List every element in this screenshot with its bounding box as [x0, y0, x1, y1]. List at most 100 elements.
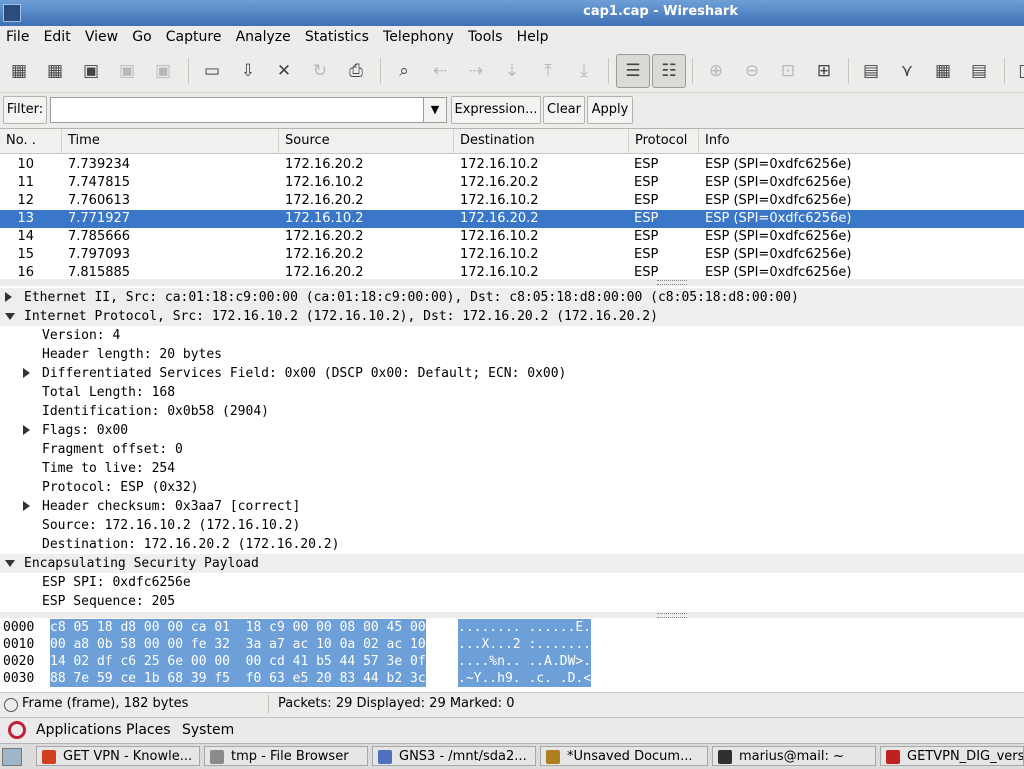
filter-input[interactable] [50, 97, 424, 123]
tree-item[interactable]: Differentiated Services Field: 0x00 (DSC… [0, 364, 1024, 383]
tree-item[interactable]: Destination: 172.16.20.2 (172.16.20.2) [0, 535, 1024, 554]
print-icon[interactable]: ⎙ [343, 58, 369, 84]
column-time[interactable]: Time [62, 129, 279, 153]
taskbar-button[interactable]: tmp - File Browser [204, 746, 368, 766]
filter-button[interactable]: Filter: [3, 96, 47, 124]
table-row[interactable]: 15 7.797093 172.16.20.2 172.16.10.2 ESP ESP (… [0, 246, 1024, 264]
tree-item[interactable]: ESP Sequence: 205 [0, 592, 1024, 611]
expression-button[interactable]: Expression... [451, 96, 541, 124]
find-packet-icon[interactable]: ⌕ [391, 58, 417, 84]
menu-go[interactable]: Go [128, 26, 155, 45]
interfaces-icon[interactable]: ▦ [6, 58, 32, 84]
table-row[interactable]: 13 7.771927 172.16.10.2 172.16.20.2 ESP ESP (… [0, 210, 1024, 228]
tree-item[interactable]: Flags: 0x00 [0, 421, 1024, 440]
apply-button[interactable]: Apply [587, 96, 633, 124]
colorize-icon[interactable]: ☰ [616, 54, 650, 88]
column-source[interactable]: Source [279, 129, 454, 153]
go-to-packet-icon[interactable]: ⇣ [499, 58, 525, 84]
panel-system-menu[interactable]: System [182, 722, 234, 738]
reload-icon[interactable]: ↻ [307, 58, 333, 84]
display-filters-icon[interactable]: ⋎ [894, 58, 920, 84]
menu-view[interactable]: View [81, 26, 122, 45]
resize-columns-icon[interactable]: ⊞ [811, 58, 837, 84]
menu-file[interactable]: File [2, 26, 33, 45]
tree-item[interactable]: Header length: 20 bytes [0, 345, 1024, 364]
hex-row[interactable]: 0030 88 7e 59 ce 1b 68 39 f5 f0 63 e5 20 … [0, 670, 1024, 687]
tree-item[interactable]: Version: 4 [0, 326, 1024, 345]
tree-item[interactable]: Protocol: ESP (0x32) [0, 478, 1024, 497]
tree-item[interactable]: Encapsulating Security Payload [0, 554, 1024, 573]
go-forward-icon[interactable]: ⇢ [463, 58, 489, 84]
taskbar-button[interactable]: marius@mail: ~ [712, 746, 876, 766]
tree-item[interactable]: Identification: 0x0b58 (2904) [0, 402, 1024, 421]
expert-info-icon[interactable] [4, 698, 18, 712]
expand-arrow-icon[interactable] [5, 292, 12, 302]
panel-places-menu[interactable]: Places [126, 722, 171, 738]
table-row[interactable]: 12 7.760613 172.16.20.2 172.16.10.2 ESP ESP (… [0, 192, 1024, 210]
expand-arrow-icon[interactable] [23, 425, 30, 435]
preferences-icon[interactable]: ▤ [966, 58, 992, 84]
show-desktop-icon[interactable] [2, 748, 22, 766]
zoom-out-icon[interactable]: ⊖ [739, 58, 765, 84]
filter-dropdown-icon[interactable]: ▼ [423, 97, 447, 123]
expand-arrow-icon[interactable] [23, 368, 30, 378]
start-capture-icon[interactable]: ▣ [78, 58, 104, 84]
tree-item[interactable]: ESP SPI: 0xdfc6256e [0, 573, 1024, 592]
table-row[interactable]: 14 7.785666 172.16.20.2 172.16.10.2 ESP ESP (… [0, 228, 1024, 246]
tree-item[interactable]: Total Length: 168 [0, 383, 1024, 402]
clear-button[interactable]: Clear [543, 96, 585, 124]
taskbar-button[interactable]: GETVPN_DIG_vers [880, 746, 1024, 766]
menu-edit[interactable]: Edit [40, 26, 75, 45]
save-file-icon[interactable]: ⇩ [235, 58, 261, 84]
menu-analyze[interactable]: Analyze [232, 26, 295, 45]
debian-logo-icon[interactable] [8, 721, 26, 739]
go-back-icon[interactable]: ⇠ [427, 58, 453, 84]
go-last-icon[interactable]: ⤓ [571, 58, 597, 84]
menu-statistics[interactable]: Statistics [301, 26, 373, 45]
column-destination[interactable]: Destination [454, 129, 629, 153]
column-protocol[interactable]: Protocol [629, 129, 699, 153]
tree-item[interactable]: Internet Protocol, Src: 172.16.10.2 (172… [0, 307, 1024, 326]
table-row[interactable]: 10 7.739234 172.16.20.2 172.16.10.2 ESP ESP (… [0, 156, 1024, 174]
capture-options-icon[interactable]: ▦ [42, 58, 68, 84]
zoom-in-icon[interactable]: ⊕ [703, 58, 729, 84]
help-icon[interactable]: ▯ [1010, 58, 1024, 84]
collapse-arrow-icon[interactable] [5, 560, 15, 567]
column-no[interactable]: No. . [0, 129, 62, 153]
hex-row[interactable]: 0020 14 02 df c6 25 6e 00 00 00 cd 41 b5 … [0, 653, 1024, 670]
stop-capture-icon[interactable]: ▣ [114, 58, 140, 84]
close-file-icon[interactable]: ✕ [271, 58, 297, 84]
tree-item[interactable]: Time to live: 254 [0, 459, 1024, 478]
expand-arrow-icon[interactable] [23, 501, 30, 511]
open-file-icon[interactable]: ▭ [199, 58, 225, 84]
app-icon [378, 750, 392, 764]
menu-tools[interactable]: Tools [464, 26, 507, 45]
tree-item[interactable]: Fragment offset: 0 [0, 440, 1024, 459]
taskbar-button-label: *Unsaved Docum... [567, 749, 693, 764]
packet-list-pane[interactable]: No. . Time Source Destination Protocol I… [0, 128, 1024, 280]
tree-item[interactable]: Ethernet II, Src: ca:01:18:c9:00:00 (ca:… [0, 288, 1024, 307]
packet-bytes-pane[interactable]: 0000 c8 05 18 d8 00 00 ca 01 18 c9 00 00 … [0, 618, 1024, 692]
taskbar-button[interactable]: GET VPN - Knowle... [36, 746, 200, 766]
panel-applications-menu[interactable]: Applications [36, 722, 122, 738]
column-info[interactable]: Info [699, 129, 1024, 153]
normal-size-icon[interactable]: ⊡ [775, 58, 801, 84]
auto-scroll-icon[interactable]: ☷ [652, 54, 686, 88]
tree-item[interactable]: Header checksum: 0x3aa7 [correct] [0, 497, 1024, 516]
menu-telephony[interactable]: Telephony [379, 26, 458, 45]
taskbar-button[interactable]: GNS3 - /mnt/sda2... [372, 746, 536, 766]
pane-splitter[interactable] [0, 279, 1024, 285]
collapse-arrow-icon[interactable] [5, 313, 15, 320]
taskbar-button[interactable]: *Unsaved Docum... [540, 746, 708, 766]
packet-details-pane[interactable]: Ethernet II, Src: ca:01:18:c9:00:00 (ca:… [0, 286, 1024, 612]
tree-item[interactable]: Source: 172.16.10.2 (172.16.10.2) [0, 516, 1024, 535]
menu-capture[interactable]: Capture [162, 26, 226, 45]
menu-help[interactable]: Help [513, 26, 553, 45]
go-first-icon[interactable]: ⤒ [535, 58, 561, 84]
capture-filters-icon[interactable]: ▤ [858, 58, 884, 84]
coloring-rules-icon[interactable]: ▦ [930, 58, 956, 84]
hex-row[interactable]: 0000 c8 05 18 d8 00 00 ca 01 18 c9 00 00 … [0, 619, 1024, 636]
table-row[interactable]: 11 7.747815 172.16.10.2 172.16.20.2 ESP ESP (… [0, 174, 1024, 192]
hex-row[interactable]: 0010 00 a8 0b 58 00 00 fe 32 3a a7 ac 10 … [0, 636, 1024, 653]
restart-capture-icon[interactable]: ▣ [150, 58, 176, 84]
